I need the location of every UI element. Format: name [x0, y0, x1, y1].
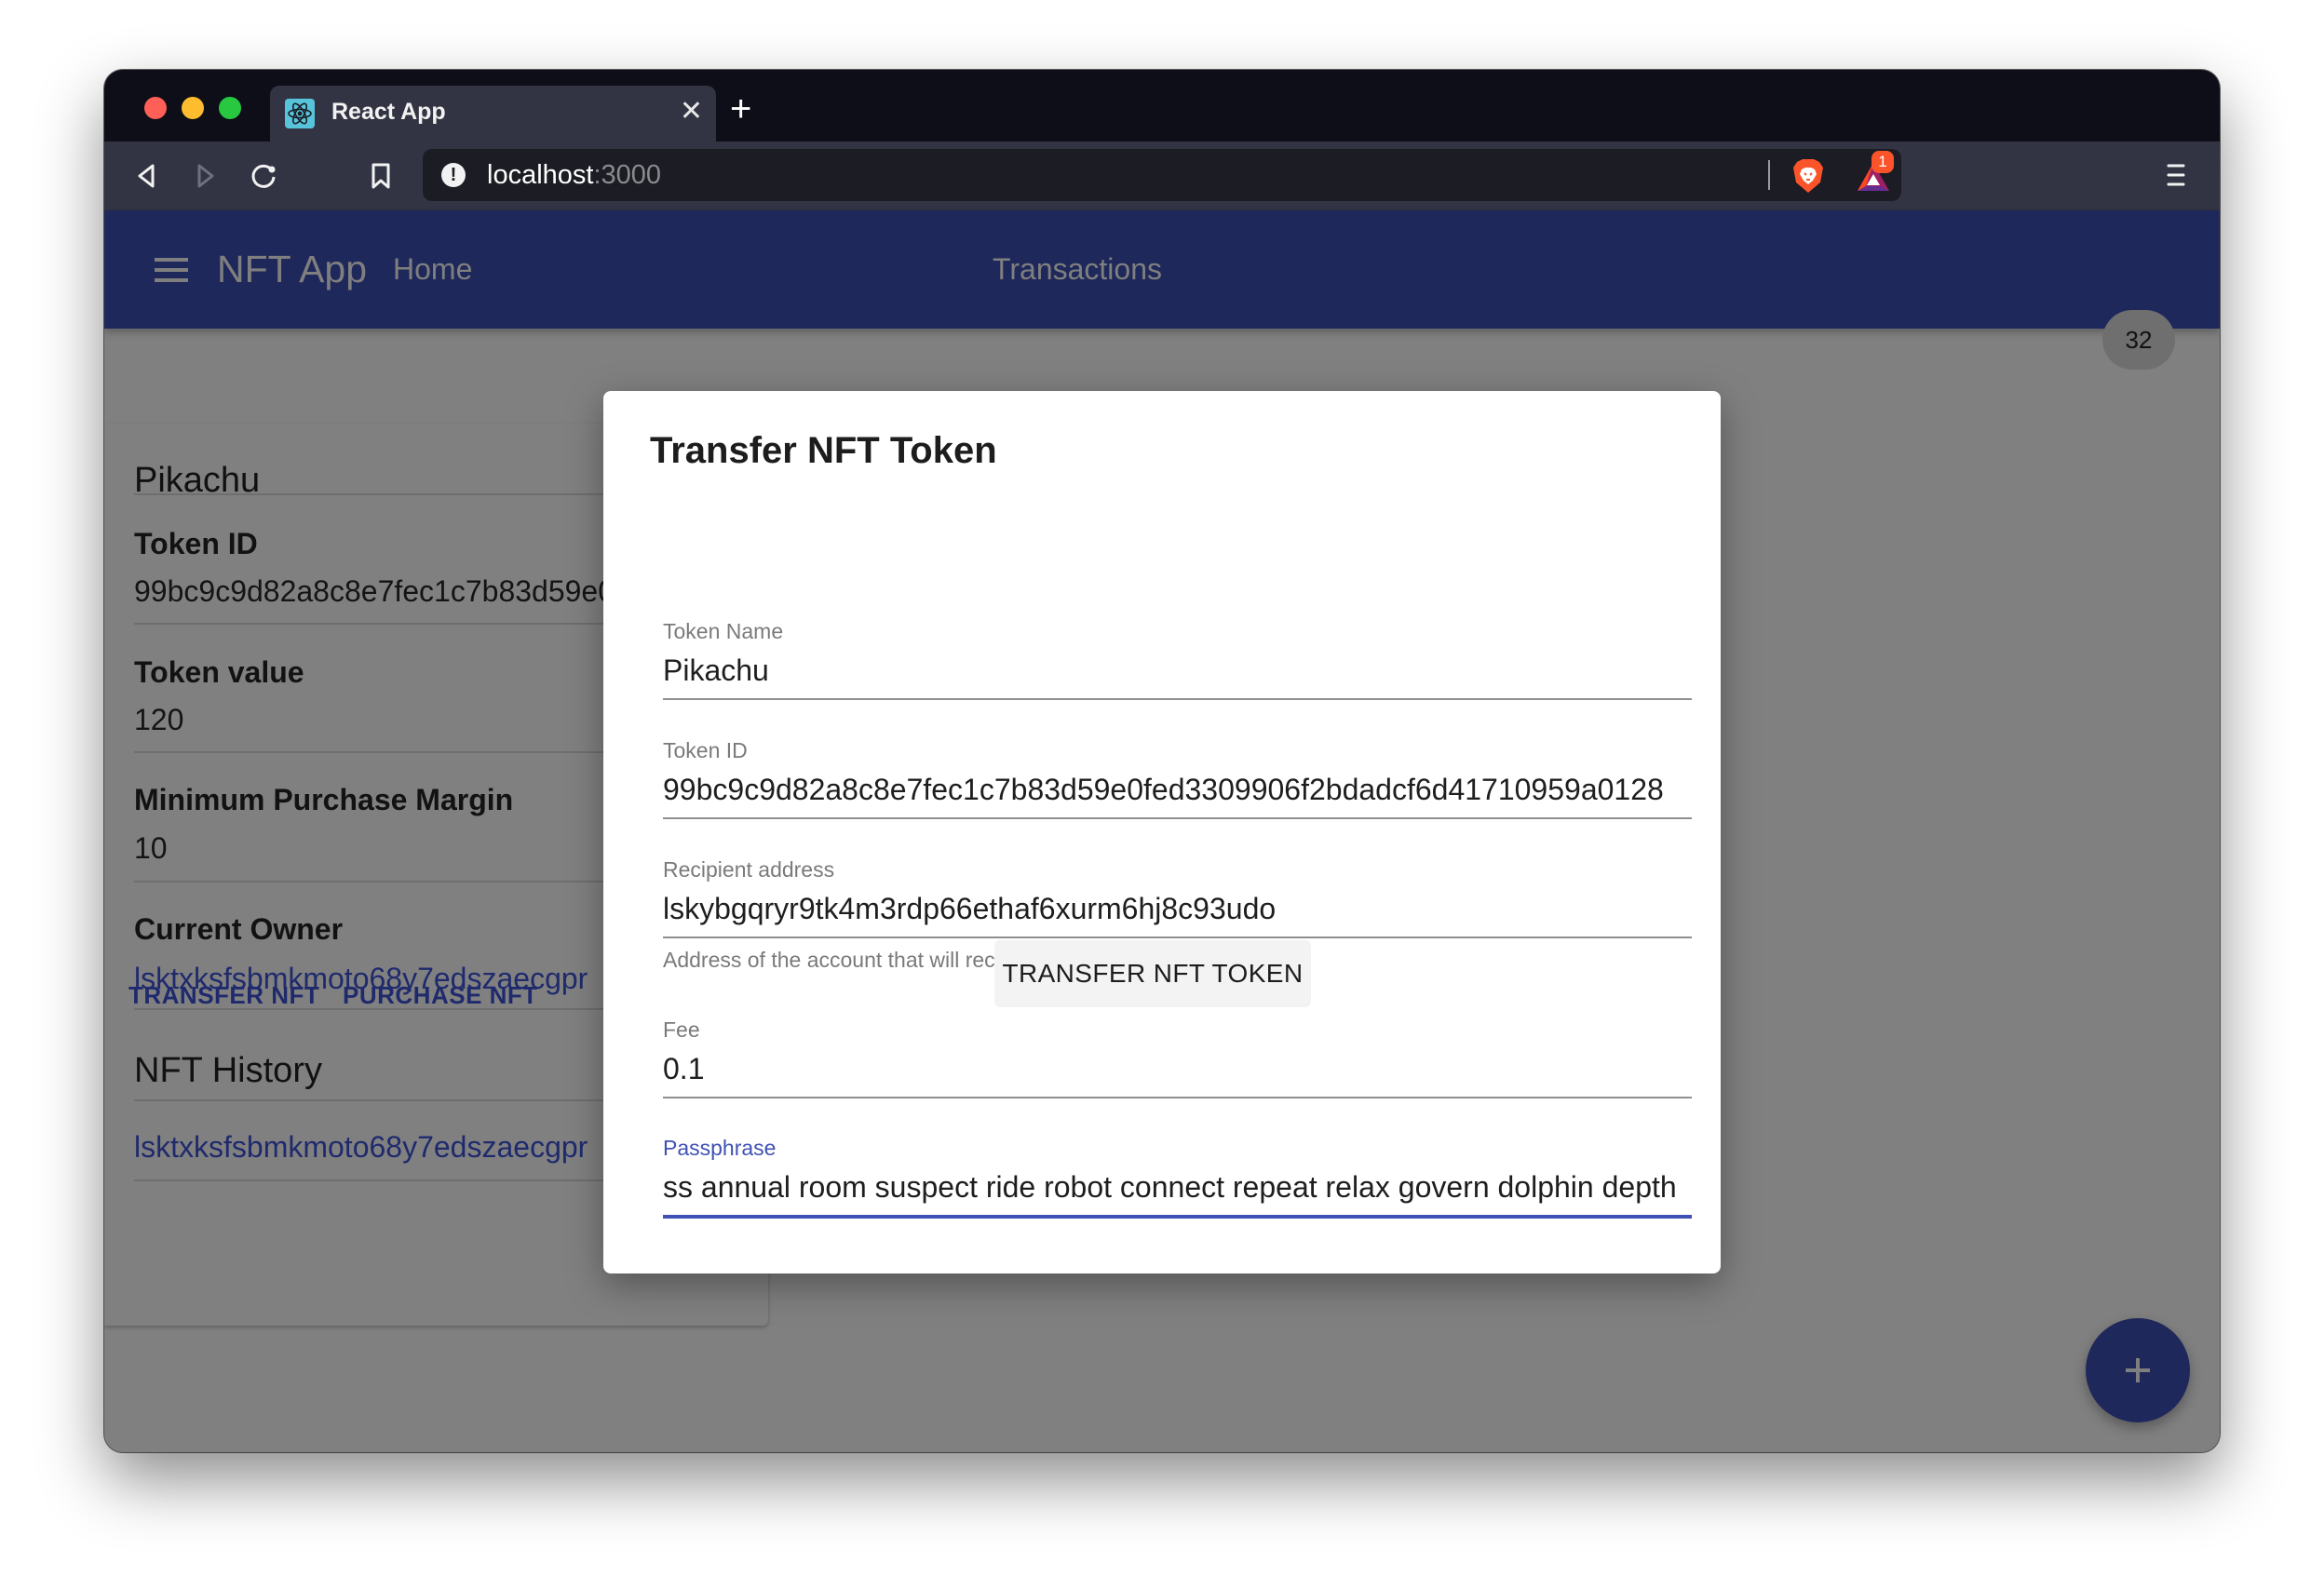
- recipient-address-input[interactable]: [663, 887, 1692, 930]
- passphrase-label: Passphrase: [663, 1136, 777, 1160]
- url-text[interactable]: localhost:3000: [487, 160, 661, 191]
- tab-react-app[interactable]: React App ✕: [270, 86, 716, 141]
- token-name-label: Token Name: [663, 619, 784, 643]
- tab-title: React App: [331, 99, 446, 125]
- dialog-title: Transfer NFT Token: [650, 430, 997, 471]
- address-bar[interactable]: ! localhost:3000 1: [423, 149, 1901, 201]
- rewards-badge: 1: [1871, 151, 1894, 173]
- input-underline-focused: [663, 1215, 1692, 1219]
- recipient-address-label: Recipient address: [663, 857, 835, 882]
- tab-strip: React App ✕ +: [104, 70, 2220, 141]
- nav-home-link[interactable]: Home: [393, 252, 472, 287]
- plus-icon[interactable]: +: [730, 90, 751, 128]
- transfer-nft-dialog: Transfer NFT Token Token Name Token ID R…: [603, 391, 1721, 1273]
- input-underline: [663, 817, 1692, 819]
- minimize-window-button[interactable]: [182, 97, 204, 119]
- browser-toolbar: ! localhost:3000 1: [104, 141, 2220, 210]
- add-fab-button[interactable]: [2086, 1318, 2190, 1422]
- warning-icon[interactable]: !: [441, 163, 466, 187]
- app-bar: NFT App Home Transactions 32: [104, 210, 2220, 370]
- app-title: NFT App: [217, 248, 368, 290]
- react-logo-icon: [285, 99, 315, 128]
- forward-arrow-icon[interactable]: [190, 160, 222, 192]
- url-host: localhost: [487, 160, 594, 190]
- transfer-nft-token-button[interactable]: TRANSFER NFT TOKEN: [994, 940, 1311, 1007]
- nav-transactions-link[interactable]: Transactions: [993, 252, 1162, 287]
- purchase-nft-button[interactable]: PURCHASE NFT: [343, 981, 538, 1010]
- input-underline: [663, 1097, 1692, 1098]
- plus-icon: [2126, 1358, 2150, 1382]
- brave-lion-icon[interactable]: [1791, 158, 1825, 194]
- back-arrow-icon[interactable]: [130, 160, 162, 192]
- token-name-input[interactable]: [663, 649, 1692, 692]
- transfer-nft-button[interactable]: TRANSFER NFT: [128, 981, 319, 1010]
- account-chip[interactable]: 32: [2102, 310, 2175, 370]
- maximize-window-button[interactable]: [219, 97, 241, 119]
- hamburger-menu-icon[interactable]: [2167, 163, 2185, 187]
- browser-window: React App ✕ + ! localhost:3000 1 NFT App…: [104, 70, 2220, 1452]
- close-icon[interactable]: ✕: [680, 95, 703, 128]
- close-window-button[interactable]: [144, 97, 167, 119]
- input-underline: [663, 936, 1692, 938]
- token-id-label: Token ID: [663, 738, 748, 762]
- passphrase-input[interactable]: [663, 1166, 1692, 1208]
- token-id-input[interactable]: [663, 768, 1692, 811]
- reload-icon[interactable]: [248, 160, 279, 192]
- url-port: :3000: [593, 160, 662, 190]
- input-underline: [663, 698, 1692, 700]
- bookmark-icon[interactable]: [365, 160, 397, 192]
- drawer-menu-icon[interactable]: [155, 258, 188, 282]
- divider: [1768, 160, 1770, 190]
- fee-label: Fee: [663, 1017, 700, 1042]
- fee-input[interactable]: [663, 1047, 1692, 1090]
